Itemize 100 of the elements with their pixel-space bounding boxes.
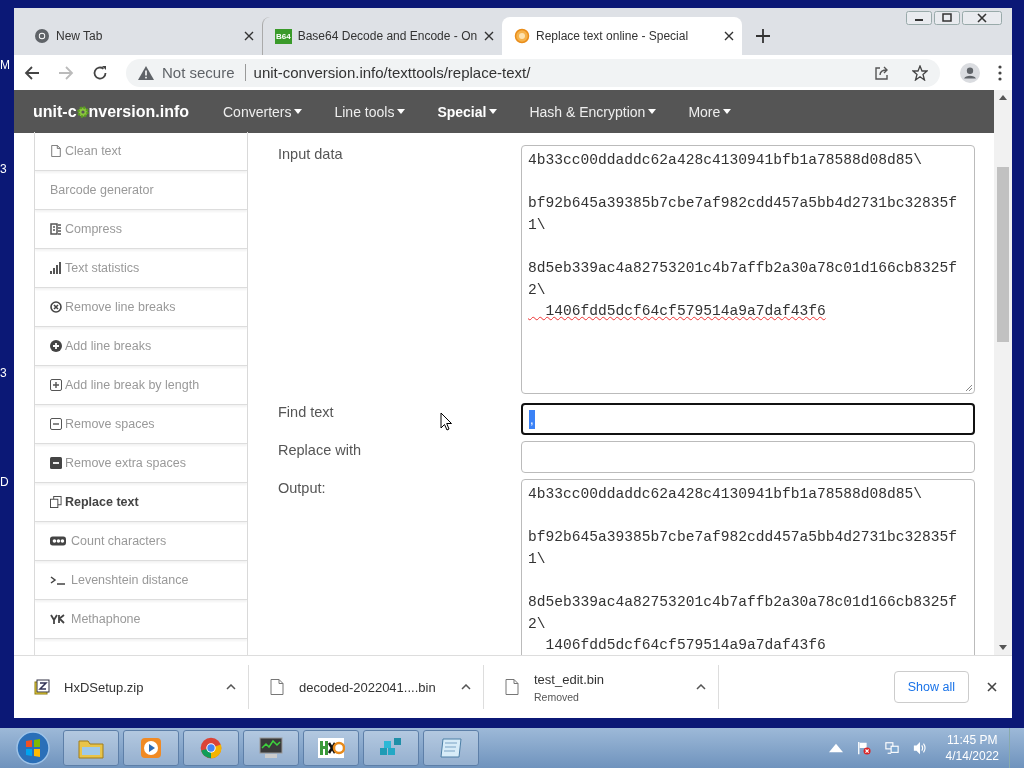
flag-icon[interactable] xyxy=(856,741,871,755)
volume-icon[interactable] xyxy=(912,741,927,755)
scroll-down-icon[interactable] xyxy=(999,645,1007,650)
text-line: 4b33cc00ddaddc62a428c4130941bfb1a78588d08d85\ xyxy=(528,485,924,504)
sidebar-item-label: Add line break by length xyxy=(65,378,200,392)
restore-icon[interactable] xyxy=(934,11,960,25)
minus-square-icon xyxy=(50,418,62,430)
monitor-icon xyxy=(257,736,285,760)
caret-icon xyxy=(397,109,406,114)
close-icon[interactable] xyxy=(484,31,494,41)
show-all-button[interactable]: Show all xyxy=(893,671,969,703)
taskbar-button[interactable] xyxy=(123,730,179,766)
download-file-name: HxDSetup.zip xyxy=(64,679,145,695)
security-label: Not secure xyxy=(162,64,246,81)
desktop-icon-label: 3 xyxy=(0,162,8,176)
close-icon[interactable] xyxy=(962,11,1002,25)
sidebar-item-label: Remove extra spaces xyxy=(65,456,186,470)
text-line: 1406fdd5dcf64cf579514a9a7daf43f6 xyxy=(544,302,827,322)
caret-icon xyxy=(723,109,732,114)
back-icon[interactable] xyxy=(24,64,40,81)
notepad-icon xyxy=(437,736,465,760)
nav-menu-item[interactable]: Line tools xyxy=(334,103,406,120)
minimize-icon[interactable] xyxy=(906,11,932,25)
selected-text: , xyxy=(529,409,535,429)
scrollbar-thumb[interactable] xyxy=(997,167,1009,342)
tab-title: Base64 Decode and Encode - On xyxy=(297,29,478,43)
download-item[interactable]: test_edit.bin Removed xyxy=(484,665,719,709)
download-file-name: decoded-2022041....bin xyxy=(299,679,437,695)
taskbar-button[interactable] xyxy=(303,730,359,766)
text-line: 2\ xyxy=(528,280,547,300)
file-icon xyxy=(50,145,62,157)
tab-title: Replace text online - Special xyxy=(536,29,690,43)
show-hidden-icons-icon[interactable] xyxy=(828,741,843,755)
download-status: Removed xyxy=(534,690,580,703)
clock-time: 11:45 PM xyxy=(947,732,998,748)
nav-menu-item[interactable]: More xyxy=(688,103,732,120)
new-tab-icon[interactable] xyxy=(756,29,770,43)
chevron-up-icon[interactable] xyxy=(461,684,471,690)
start-button-icon[interactable] xyxy=(15,730,51,766)
text-input-field[interactable]: , xyxy=(521,403,975,435)
field-label: Replace with xyxy=(278,441,361,458)
sidebar-item-label: Barcode generator xyxy=(50,183,154,197)
download-item[interactable]: decoded-2022041....bin xyxy=(249,665,484,709)
close-icon[interactable] xyxy=(724,31,734,41)
address-bar[interactable]: Not secure unit-conversion.info/texttools/replace-text/ xyxy=(126,58,940,87)
sidebar-item-label: Replace text xyxy=(65,495,139,509)
site-logo[interactable]: unit-c nversion.info xyxy=(33,102,189,121)
sidebar-item[interactable]: Replace text xyxy=(35,483,247,522)
add-square-icon xyxy=(50,379,62,391)
menu-icon[interactable] xyxy=(998,64,1002,81)
favicon-badge: B64 xyxy=(275,28,292,44)
sidebar-item-label: Remove spaces xyxy=(65,417,155,431)
text-line: 2\ xyxy=(528,614,547,634)
taskbar-button[interactable] xyxy=(423,730,479,766)
add-circle-icon xyxy=(50,340,62,352)
browser-tab[interactable]: New Tab xyxy=(22,17,262,55)
browser-tab[interactable]: Replace text online - Special xyxy=(502,17,742,55)
nav-menu-item[interactable]: Hash & Encryption xyxy=(529,103,657,120)
compress-icon xyxy=(50,223,62,235)
text-line: bf92b645a39385b7cbe7af982cdd457a5bb4d2731bc32835f xyxy=(528,528,959,548)
minus-square-icon xyxy=(50,457,62,469)
download-item[interactable]: HxDSetup.zip xyxy=(14,665,249,709)
taskbar-button[interactable] xyxy=(243,730,299,766)
share-icon[interactable] xyxy=(874,64,890,81)
scroll-up-icon[interactable] xyxy=(999,95,1007,100)
resize-grip-icon[interactable] xyxy=(965,384,973,392)
text-line: 8d5eb339ac4a82753201c4b7affb2a30a78c01d166cb8325f xyxy=(528,592,959,612)
input-text-area[interactable]: 4b33cc00ddaddc62a428c4130941bfb1a78588d08d85\ bf92b645a39385b7cbe7af982cdd457a5bb4d2731bc32835f 1\ 8d5eb339ac4a82753201c4b7affb2a30a78c01d166cb8325f 2\ 1406fdd5dcf64cf579514a9a7daf43f6 xyxy=(521,145,975,394)
chevron-up-icon[interactable] xyxy=(696,684,706,690)
text-line: 8d5eb339ac4a82753201c4b7affb2a30a78c01d166cb8325f xyxy=(528,258,959,278)
desktop-icon-label: M xyxy=(0,58,11,72)
star-icon[interactable] xyxy=(912,64,928,81)
text-input-field[interactable] xyxy=(521,441,975,473)
scrollbar[interactable] xyxy=(994,90,1012,655)
file-icon xyxy=(504,679,520,695)
nav-menu-item[interactable]: Converters xyxy=(223,103,303,120)
tab-title: New Tab xyxy=(56,29,104,43)
text-line: 1406fdd5dcf64cf579514a9a7daf43f6 xyxy=(544,636,827,655)
nav-menu-item[interactable]: Special xyxy=(437,103,498,120)
terminal-icon xyxy=(50,574,66,586)
desktop-icon-label: D xyxy=(0,475,10,489)
url-text: unit-conversion.info/texttools/replace-text/ xyxy=(253,64,531,81)
field-label: Find text xyxy=(278,403,334,420)
file-icon xyxy=(269,679,285,695)
close-icon[interactable] xyxy=(987,682,997,692)
reload-icon[interactable] xyxy=(92,64,108,81)
text-line: bf92b645a39385b7cbe7af982cdd457a5bb4d2731bc32835f xyxy=(528,194,959,214)
desktop-icon-label: 3 xyxy=(0,366,8,380)
chevron-up-icon[interactable] xyxy=(226,684,236,690)
download-file-name: test_edit.bin xyxy=(534,671,606,687)
phonetic-icon xyxy=(50,613,66,625)
clock-date: 4/14/2022 xyxy=(945,748,999,764)
network-icon[interactable] xyxy=(884,741,899,755)
profile-icon[interactable] xyxy=(960,62,980,83)
bar-chart-icon xyxy=(50,262,62,274)
zip-file-icon xyxy=(34,679,50,695)
sidebar-item-label: Text statistics xyxy=(65,261,140,275)
sidebar-item-label: Methaphone xyxy=(71,612,141,626)
chrome-icon xyxy=(34,28,50,44)
close-icon[interactable] xyxy=(244,31,254,41)
